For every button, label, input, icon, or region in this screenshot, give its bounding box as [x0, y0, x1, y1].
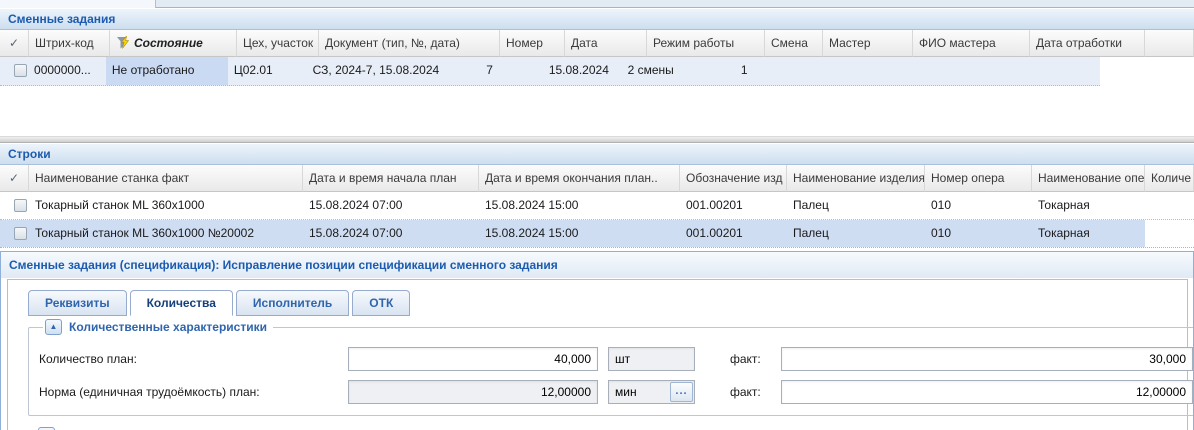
- column-header-machine-fact[interactable]: Наименование станка факт: [29, 165, 303, 192]
- column-header-operation-name[interactable]: Наименование опе: [1032, 165, 1145, 192]
- column-header-master-name[interactable]: ФИО мастера: [913, 30, 1030, 57]
- column-header-number[interactable]: Номер: [500, 30, 565, 57]
- column-header-empty: [1145, 30, 1194, 57]
- filter-lightning-icon: [116, 36, 131, 49]
- cell-start-plan: 15.08.2024 07:00: [303, 220, 479, 247]
- cell-date: 15.08.2024: [543, 57, 622, 85]
- rows-header-row: ✓ Наименование станка факт Дата и время …: [0, 165, 1194, 192]
- column-header-item-code[interactable]: Обозначение изд: [680, 165, 787, 192]
- cell-barcode: 0000000...: [28, 57, 106, 85]
- collapse-group-button[interactable]: ▲: [45, 319, 62, 335]
- shift-tasks-panel: Сменные задания ✓ Штрих-код Состояние Це…: [0, 8, 1194, 86]
- row-checkbox[interactable]: [14, 227, 27, 240]
- norm-plan-label: Норма (единичная трудоёмкость) план:: [39, 385, 348, 399]
- quantity-fact-input[interactable]: [781, 347, 1193, 371]
- tab-kolichestva[interactable]: Количества: [130, 290, 233, 316]
- column-header-date[interactable]: Дата: [565, 30, 647, 57]
- cell-machine-fact: Токарный станок ML 360x1000 №20002: [29, 220, 303, 247]
- column-header-item-name[interactable]: Наименование изделия: [787, 165, 925, 192]
- cell-end-plan: 15.08.2024 15:00: [479, 220, 680, 247]
- cell-operation-name: Токарная: [1032, 192, 1145, 219]
- shift-task-row-highlight: 0000000... Не отработано Ц02.01 СЗ, 2024…: [0, 57, 1100, 86]
- cell-workoff-date: [990, 57, 1100, 85]
- column-header-start-plan[interactable]: Дата и время начала план: [303, 165, 479, 192]
- quantity-plan-input[interactable]: [348, 347, 598, 371]
- unit-picker-button[interactable]: ...: [670, 382, 693, 402]
- rows-panel-title: Строки: [0, 143, 1194, 165]
- quantity-unit-field: шт: [608, 347, 695, 371]
- row-checkbox-cell: [0, 220, 29, 247]
- cell-item-code: 001.00201: [680, 192, 787, 219]
- norm-fact-input[interactable]: [781, 380, 1193, 404]
- cell-shop: Ц02.01: [228, 57, 307, 85]
- quantity-unit-value: шт: [609, 352, 694, 366]
- column-header-workoff-date[interactable]: Дата отработки: [1030, 30, 1145, 57]
- row-checkbox[interactable]: [14, 64, 27, 77]
- cell-item-name: Палец: [787, 192, 925, 219]
- select-all-column-header[interactable]: ✓: [0, 165, 29, 192]
- table-row[interactable]: Токарный станок ML 360x1000 15.08.2024 0…: [0, 192, 1194, 220]
- cell-item-name: Палец: [787, 220, 925, 247]
- cell-operation-number: 010: [925, 192, 1032, 219]
- shift-tasks-panel-title: Сменные задания: [0, 8, 1194, 30]
- spec-panel-body: Реквизиты Количества Исполнитель ОТК ▲ К…: [7, 279, 1188, 430]
- parent-tab[interactable]: [0, 0, 156, 8]
- tab-bar: Реквизиты Количества Исполнитель ОТК: [28, 290, 1187, 316]
- column-header-quantity[interactable]: Количе: [1145, 165, 1194, 192]
- tab-ispolnitel[interactable]: Исполнитель: [236, 290, 349, 316]
- row-checkbox[interactable]: [14, 199, 27, 212]
- cell-operation-name: Токарная: [1032, 220, 1145, 247]
- norm-row: Норма (единичная трудоёмкость) план: мин…: [39, 379, 1193, 405]
- norm-fact-label: факт:: [730, 385, 768, 399]
- tab-otk[interactable]: ОТК: [352, 290, 410, 316]
- cell-document: СЗ, 2024-7, 15.08.2024: [307, 57, 481, 85]
- rows-panel: Строки ✓ Наименование станка факт Дата и…: [0, 143, 1194, 248]
- shift-tasks-header-row: ✓ Штрих-код Состояние Цех, участок Докум…: [0, 30, 1194, 57]
- column-header-shift[interactable]: Смена: [765, 30, 823, 57]
- cell-state: Не отработано: [106, 57, 228, 85]
- cell-master-name: [877, 57, 989, 85]
- selected-row-highlight: Токарный станок ML 360x1000 №20002 15.08…: [0, 220, 1145, 247]
- column-header-document[interactable]: Документ (тип, №, дата): [319, 30, 500, 57]
- cell-machine-fact: Токарный станок ML 360x1000: [29, 192, 303, 219]
- column-header-end-plan[interactable]: Дата и время окончания план..: [479, 165, 680, 192]
- norm-unit-field: мин ...: [608, 380, 695, 404]
- table-row-selected[interactable]: Токарный станок ML 360x1000 №20002 15.08…: [0, 220, 1194, 248]
- group-title: Количественные характеристики: [69, 320, 267, 334]
- horizontal-splitter[interactable]: [0, 136, 1194, 143]
- column-header-operation-number[interactable]: Номер опера: [925, 165, 1032, 192]
- column-header-state-label: Состояние: [134, 36, 203, 50]
- select-all-column-header[interactable]: ✓: [0, 30, 29, 57]
- column-header-barcode[interactable]: Штрих-код: [29, 30, 110, 57]
- column-header-work-mode[interactable]: Режим работы: [647, 30, 765, 57]
- cell-work-mode: 2 смены: [622, 57, 735, 85]
- quantity-plan-label: Количество план:: [39, 352, 348, 366]
- group-legend: ▲ Количественные характеристики: [43, 319, 273, 335]
- cell-start-plan: 15.08.2024 07:00: [303, 192, 479, 219]
- cell-number: 7: [480, 57, 543, 85]
- quantity-row: Количество план: шт факт:: [39, 346, 1193, 372]
- spec-edit-panel: Сменные задания (спецификация): Исправле…: [0, 251, 1194, 430]
- quantity-fact-label: факт:: [730, 352, 768, 366]
- parent-tab-strip: [0, 0, 1194, 8]
- row-checkbox-cell: [0, 57, 28, 85]
- norm-unit-value: мин: [609, 385, 670, 399]
- norm-plan-input: [348, 380, 598, 404]
- cell-end-plan: 15.08.2024 15:00: [479, 192, 680, 219]
- tab-rekvizity[interactable]: Реквизиты: [28, 290, 127, 316]
- column-header-state[interactable]: Состояние: [110, 30, 237, 57]
- quantitative-characteristics-group: ▲ Количественные характеристики Количест…: [28, 319, 1194, 416]
- column-header-shop[interactable]: Цех, участок: [237, 30, 319, 57]
- empty-area: [0, 86, 1194, 136]
- cell-shift: 1: [735, 57, 791, 85]
- spec-panel-title: Сменные задания (спецификация): Исправле…: [1, 252, 1193, 278]
- cell-operation-number: 010: [925, 220, 1032, 247]
- cell-item-code: 001.00201: [680, 220, 787, 247]
- column-header-master[interactable]: Мастер: [823, 30, 913, 57]
- row-checkbox-cell: [0, 192, 29, 219]
- table-row[interactable]: 0000000... Не отработано Ц02.01 СЗ, 2024…: [0, 57, 1194, 86]
- cell-master: [791, 57, 877, 85]
- cell-quantity: [1145, 192, 1194, 219]
